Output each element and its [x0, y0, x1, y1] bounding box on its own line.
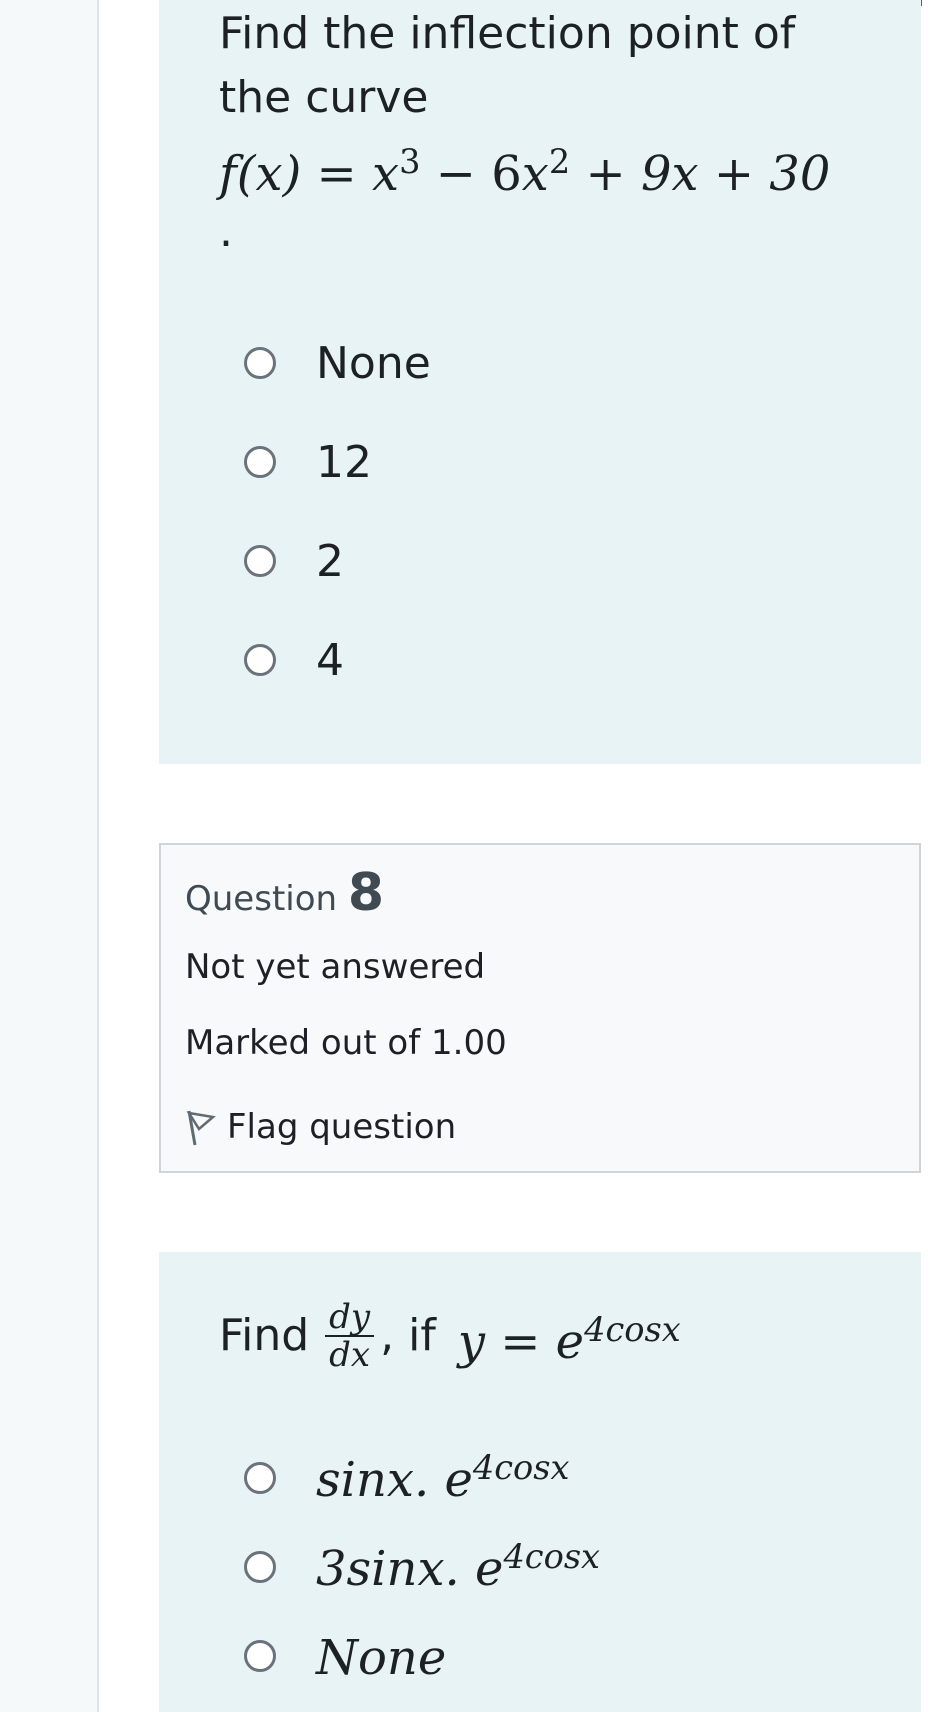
- option-label: None: [316, 337, 431, 389]
- option-base: 3sinx. e: [316, 1541, 504, 1597]
- radio-unchecked-icon[interactable]: [244, 446, 276, 478]
- option-4[interactable]: 4: [244, 630, 344, 690]
- question-8-if: , if: [380, 1310, 436, 1361]
- option-1[interactable]: sinx. e4cosx: [244, 1448, 569, 1508]
- question-status: Not yet answered: [185, 947, 486, 987]
- formula-term-1: x: [372, 146, 400, 202]
- flag-question-link[interactable]: Flag question: [185, 1107, 456, 1147]
- radio-unchecked-icon[interactable]: [244, 1640, 276, 1672]
- question-number-value: 8: [347, 863, 385, 923]
- left-sidebar-rail: [0, 0, 99, 1712]
- option-label: 12: [316, 436, 372, 488]
- question-label: Question: [185, 879, 338, 919]
- question-7-period: .: [219, 206, 233, 257]
- formula-exponent-2: 2: [548, 142, 571, 181]
- question-7-text-line-2: the curve: [219, 72, 429, 123]
- question-8-panel: Find dy dx , if y = e4cosx sinx. e4cosx …: [159, 1252, 921, 1712]
- question-number: Question 8: [185, 863, 384, 923]
- radio-unchecked-icon[interactable]: [244, 347, 276, 379]
- question-7-text-line-1: Find the inflection point of: [219, 8, 796, 59]
- option-exponent: 4cosx: [503, 1537, 600, 1576]
- formula-lhs: f(x) =: [219, 146, 373, 202]
- fraction-numerator: dy: [325, 1299, 375, 1337]
- derivative-fraction: dy dx: [325, 1299, 375, 1375]
- flag-outline-icon: [186, 1110, 216, 1146]
- question-8-equation: y = e4cosx: [458, 1298, 681, 1374]
- question-marks: Marked out of 1.00: [185, 1023, 507, 1063]
- option-3[interactable]: None: [244, 1626, 446, 1686]
- option-exponent: 4cosx: [472, 1448, 570, 1487]
- flag-question-label: Flag question: [227, 1107, 457, 1147]
- question-8-info: Question 8 Not yet answered Marked out o…: [159, 843, 921, 1173]
- option-base: None: [316, 1630, 447, 1686]
- fraction-denominator: dx: [329, 1335, 371, 1375]
- radio-unchecked-icon[interactable]: [244, 1551, 276, 1583]
- formula-minus: − 6: [420, 146, 522, 202]
- option-label: 2: [316, 535, 344, 587]
- option-label: None: [316, 1626, 446, 1686]
- question-8-text: Find dy dx , if y = e4cosx: [219, 1298, 681, 1374]
- equation-lhs: y = e: [457, 1314, 585, 1370]
- equation-exponent: 4cosx: [584, 1310, 681, 1349]
- option-none[interactable]: None: [244, 333, 431, 393]
- option-2[interactable]: 3sinx. e4cosx: [244, 1537, 600, 1597]
- radio-unchecked-icon[interactable]: [244, 1462, 276, 1494]
- option-2[interactable]: 2: [244, 531, 344, 591]
- option-label: sinx. e4cosx: [316, 1448, 569, 1508]
- question-8-find: Find: [219, 1310, 310, 1361]
- formula-exponent-1: 3: [399, 142, 421, 181]
- formula-term-2: x: [521, 146, 549, 202]
- option-label: 4: [316, 634, 344, 686]
- formula-rest: + 9x + 30: [570, 146, 831, 202]
- question-7-panel: Find the inflection point of the curve f…: [159, 0, 921, 764]
- option-12[interactable]: 12: [244, 432, 372, 492]
- radio-unchecked-icon[interactable]: [244, 545, 276, 577]
- radio-unchecked-icon[interactable]: [244, 644, 276, 676]
- option-label: 3sinx. e4cosx: [316, 1537, 600, 1597]
- question-7-formula: f(x) = x3 − 6x2 + 9x + 30: [219, 130, 830, 206]
- option-base: sinx. e: [316, 1452, 473, 1508]
